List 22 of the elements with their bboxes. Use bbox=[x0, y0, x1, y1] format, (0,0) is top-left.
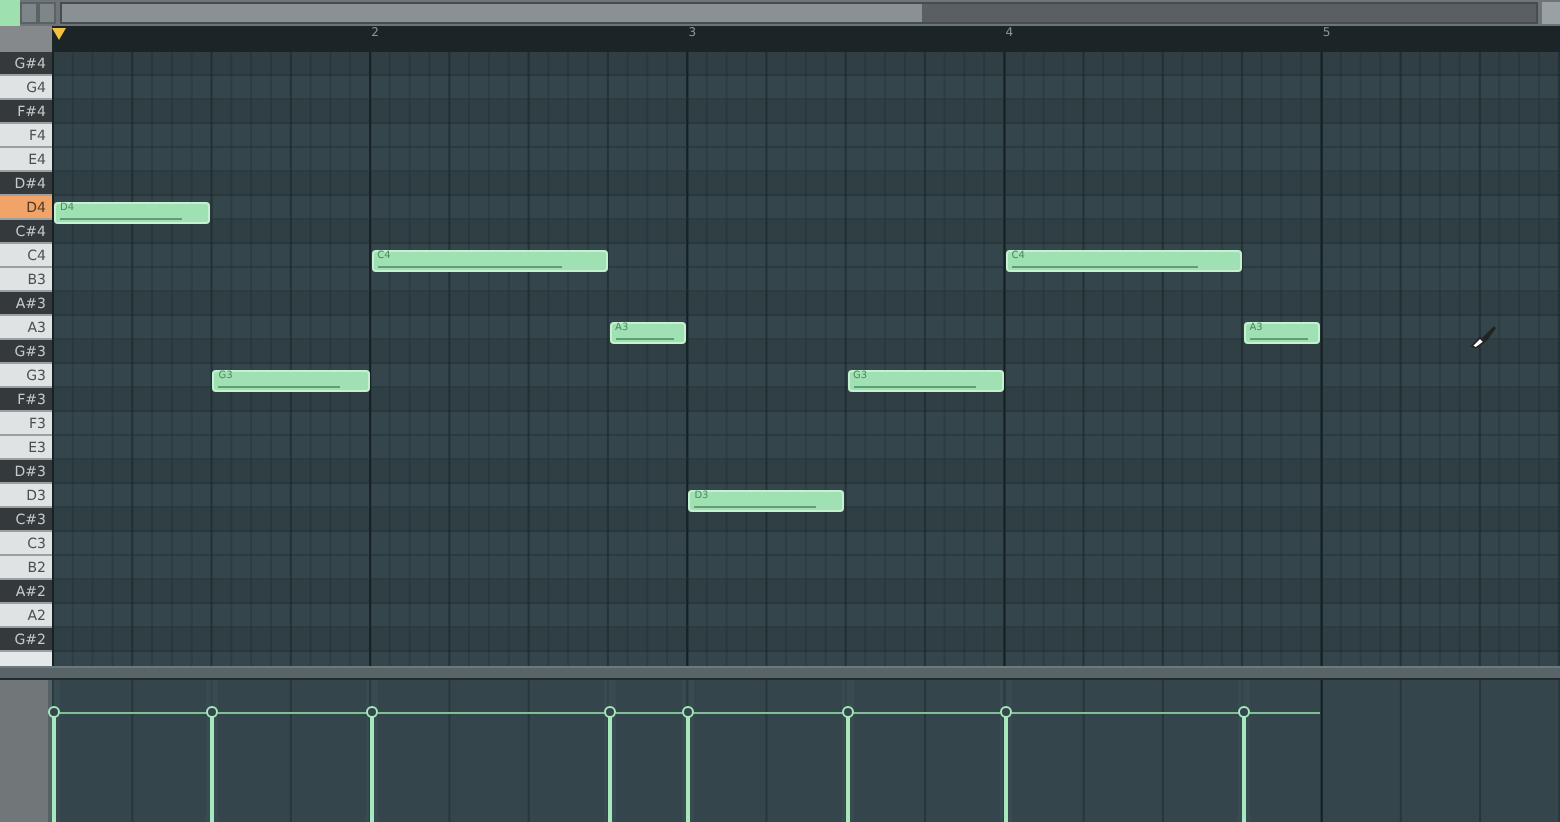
velocity-handle[interactable] bbox=[999, 705, 1012, 718]
color-swatch[interactable] bbox=[0, 0, 20, 26]
velocity-handle[interactable] bbox=[1237, 705, 1250, 718]
brush-cursor-icon bbox=[1470, 324, 1498, 348]
velocity-stem bbox=[999, 711, 1012, 822]
velocity-stem bbox=[365, 711, 378, 822]
velocity-stem bbox=[841, 711, 853, 822]
velocity-handle[interactable] bbox=[365, 705, 378, 718]
velocity-stem bbox=[48, 711, 60, 822]
velocity-handle[interactable] bbox=[206, 705, 219, 718]
piano-key bbox=[0, 652, 52, 666]
velocity-stem bbox=[603, 711, 616, 822]
velocity-panel[interactable] bbox=[52, 680, 1560, 822]
velocity-handle[interactable] bbox=[841, 705, 853, 718]
corner-panel bbox=[0, 26, 52, 52]
velocity-handle[interactable] bbox=[603, 705, 616, 718]
velocity-stem bbox=[1237, 711, 1250, 822]
velocity-handle[interactable] bbox=[682, 705, 695, 718]
velocity-stem bbox=[206, 711, 219, 822]
horizontal-scrollbar[interactable] bbox=[60, 2, 1538, 24]
side-panel bbox=[0, 680, 52, 822]
velocity-stem bbox=[682, 711, 695, 822]
